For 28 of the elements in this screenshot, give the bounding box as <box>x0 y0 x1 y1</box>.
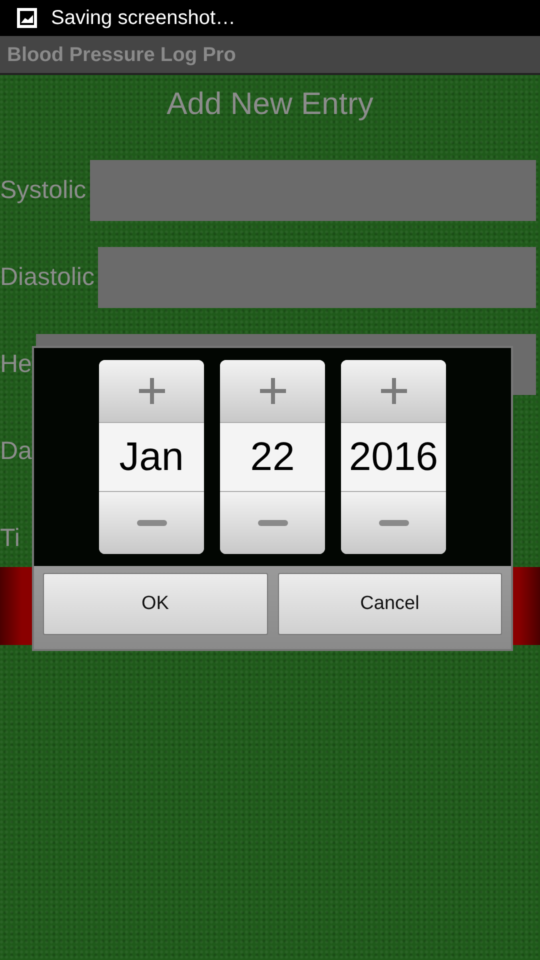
minus-icon <box>378 520 408 526</box>
image-icon <box>17 8 37 28</box>
input-field[interactable] <box>98 247 536 308</box>
increment-button[interactable] <box>220 360 325 422</box>
dialog-button[interactable]: Cancel <box>278 573 502 636</box>
field-label: Ti <box>0 522 21 554</box>
picker-value: Jan <box>119 434 184 481</box>
page-heading: Add New Entry <box>166 86 374 121</box>
field-label: He <box>0 348 33 380</box>
increment-button[interactable] <box>341 360 446 422</box>
field-label: Systolic <box>0 174 88 206</box>
decrement-button[interactable] <box>220 492 325 554</box>
plus-icon <box>136 376 166 406</box>
minus-icon <box>136 520 166 526</box>
picker-value: 22 <box>250 434 295 481</box>
decrement-button[interactable] <box>99 492 204 554</box>
decrement-button[interactable] <box>341 492 446 554</box>
field-label: Diastolic <box>0 262 96 293</box>
field-label: Da <box>0 436 33 467</box>
plus-icon <box>378 376 408 406</box>
plus-icon <box>258 376 288 406</box>
app-title: Blood Pressure Log Pro <box>7 42 236 68</box>
increment-button[interactable] <box>99 360 204 422</box>
minus-icon <box>258 520 288 526</box>
dialog-button[interactable]: OK <box>43 573 268 636</box>
picker-value: 2016 <box>349 434 438 481</box>
input-field[interactable] <box>90 160 536 221</box>
notification-text: Saving screenshot… <box>51 6 236 31</box>
